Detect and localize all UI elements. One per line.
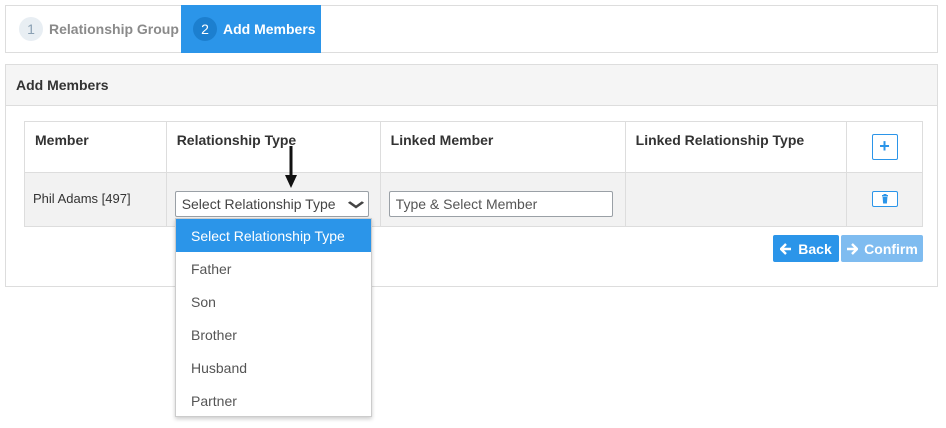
dropdown-option[interactable]: Husband: [176, 351, 371, 384]
header-relationship-type: Relationship Type: [165, 121, 381, 173]
annotation-arrow-icon: [285, 146, 297, 188]
dropdown-option[interactable]: Brother: [176, 318, 371, 351]
back-label: Back: [798, 240, 832, 257]
dropdown-option[interactable]: Father: [176, 252, 371, 285]
panel-title: Add Members: [6, 65, 937, 106]
select-value: Select Relationship Type: [181, 196, 336, 212]
delete-row-button[interactable]: [871, 191, 898, 207]
cell-member: Phil Adams [497]: [24, 172, 167, 227]
dropdown-option[interactable]: Son: [176, 285, 371, 318]
header-actions: +: [846, 121, 923, 173]
member-name: Phil Adams [497]: [33, 191, 131, 206]
cell-actions: [846, 172, 923, 227]
step-add-members[interactable]: 2 Add Members: [181, 5, 321, 53]
dropdown-option[interactable]: Select Relationship Type: [176, 219, 371, 252]
table-header-row: Member Relationship Type Linked Member L…: [24, 121, 923, 173]
linked-member-input[interactable]: [388, 191, 613, 217]
header-linked-relationship-type: Linked Relationship Type: [624, 121, 848, 173]
back-button[interactable]: Back: [773, 235, 839, 262]
cell-linked-member: [379, 172, 626, 227]
confirm-button[interactable]: Confirm: [841, 235, 923, 262]
trash-icon: [881, 194, 888, 204]
dropdown-option[interactable]: Partner: [176, 384, 371, 417]
cell-linked-relationship-type: [624, 172, 848, 227]
relationship-type-dropdown: Select Relationship Type Father Son Brot…: [175, 218, 372, 417]
confirm-label: Confirm: [864, 240, 918, 257]
plus-icon: +: [879, 136, 890, 156]
step-label: Add Members: [223, 21, 316, 37]
add-members-panel: Add Members Member Relationship Type Lin…: [5, 64, 938, 287]
add-row-button[interactable]: +: [871, 134, 898, 160]
arrow-left-icon: [780, 242, 792, 255]
table-row: Phil Adams [497] Select Relationship Typ…: [24, 172, 923, 227]
wizard-stepper: 1 Relationship Group 2 Add Members: [5, 5, 938, 53]
step-number: 1: [19, 17, 43, 41]
step-number: 2: [193, 17, 217, 41]
step-relationship-group[interactable]: 1 Relationship Group: [19, 6, 179, 52]
step-label: Relationship Group: [49, 21, 179, 37]
header-member: Member: [24, 121, 167, 173]
arrow-right-icon: [847, 242, 859, 255]
header-linked-member: Linked Member: [379, 121, 626, 173]
members-table: Member Relationship Type Linked Member L…: [24, 121, 923, 227]
relationship-type-select[interactable]: Select Relationship Type: [174, 191, 369, 217]
chevron-down-icon: [347, 197, 364, 212]
